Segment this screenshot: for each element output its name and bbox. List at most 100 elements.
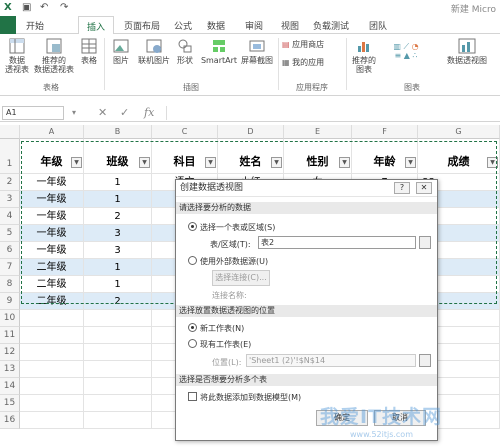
row-header[interactable]: 6 bbox=[0, 242, 20, 259]
radio-new-sheet-label: 新工作表(N) bbox=[200, 324, 245, 333]
tab-review[interactable]: 审阅 bbox=[245, 19, 263, 32]
empty-cell[interactable] bbox=[84, 327, 152, 344]
enter-icon[interactable]: ✓ bbox=[120, 106, 129, 119]
range-picker-icon[interactable] bbox=[419, 236, 431, 249]
my-apps-button[interactable]: ▦ 我的应用 bbox=[282, 58, 342, 67]
group-tables-label: 表格 bbox=[43, 83, 59, 92]
empty-cell[interactable] bbox=[84, 412, 152, 429]
tab-formulas[interactable]: 公式 bbox=[174, 19, 192, 32]
empty-cell[interactable] bbox=[20, 310, 84, 327]
area-chart-icon[interactable]: ▲ bbox=[404, 51, 410, 60]
table-range-input[interactable]: 表2 bbox=[258, 236, 416, 249]
location-input[interactable]: 'Sheet1 (2)'!$N$14 bbox=[246, 354, 416, 367]
recommended-charts-button[interactable]: 推荐的 图表 bbox=[350, 38, 378, 74]
help-button[interactable]: ? bbox=[394, 182, 410, 194]
empty-cell[interactable] bbox=[20, 412, 84, 429]
smartart-button[interactable]: SmartArt bbox=[200, 38, 238, 65]
radio-external-source[interactable] bbox=[188, 256, 197, 265]
function-icon[interactable]: fx bbox=[144, 106, 154, 119]
add-to-data-model-checkbox[interactable] bbox=[188, 392, 197, 401]
line-chart-icon[interactable]: ⟋ bbox=[403, 42, 409, 51]
app-title: 新建 Micro bbox=[450, 5, 496, 15]
empty-cell[interactable] bbox=[20, 344, 84, 361]
empty-cell[interactable] bbox=[20, 361, 84, 378]
row-header[interactable]: 2 bbox=[0, 174, 20, 191]
screenshot-button[interactable]: 屏幕截图 bbox=[240, 38, 274, 65]
empty-cell[interactable] bbox=[84, 361, 152, 378]
my-apps-icon: ▦ bbox=[282, 58, 290, 67]
row-header[interactable]: 8 bbox=[0, 276, 20, 293]
undo-icon[interactable]: ↶ bbox=[40, 2, 48, 13]
online-pictures-button[interactable]: 联机图片 bbox=[136, 38, 172, 65]
choose-connection-button[interactable]: 选择连接(C)... bbox=[212, 270, 270, 286]
row-header[interactable]: 11 bbox=[0, 327, 20, 344]
column-header-a[interactable]: A bbox=[20, 125, 84, 139]
file-tab[interactable] bbox=[0, 16, 16, 34]
column-header-g[interactable]: G bbox=[418, 125, 500, 139]
group-charts-label: 图表 bbox=[404, 83, 420, 92]
column-header-b[interactable]: B bbox=[84, 125, 152, 139]
recommended-pivot-button[interactable]: 推荐的 数据透视表 bbox=[32, 38, 76, 74]
location-picker-icon[interactable] bbox=[419, 354, 431, 367]
row-header[interactable]: 14 bbox=[0, 378, 20, 395]
smartart-icon bbox=[213, 40, 225, 52]
row-header[interactable]: 5 bbox=[0, 225, 20, 242]
empty-cell[interactable] bbox=[20, 395, 84, 412]
row-header[interactable]: 16 bbox=[0, 412, 20, 429]
pivot-chart-label: 数据透视图 bbox=[447, 56, 487, 65]
radio-existing-sheet[interactable] bbox=[188, 339, 197, 348]
bar-chart-icon[interactable]: ≡ bbox=[394, 51, 401, 60]
column-header-f[interactable]: F bbox=[352, 125, 418, 139]
cancel-icon[interactable]: ✕ bbox=[98, 106, 107, 119]
row-header[interactable]: 3 bbox=[0, 191, 20, 208]
picture-icon bbox=[113, 39, 129, 53]
column-header-d[interactable]: D bbox=[218, 125, 284, 139]
row-header[interactable]: 13 bbox=[0, 361, 20, 378]
column-header-e[interactable]: E bbox=[284, 125, 352, 139]
chart-types-group[interactable]: ▥ ⟋ ◔ ≡ ▲ ∴ bbox=[382, 42, 430, 60]
pie-chart-icon[interactable]: ◔ bbox=[412, 42, 419, 51]
group-apps-label: 应用程序 bbox=[296, 83, 328, 92]
row-header[interactable]: 12 bbox=[0, 344, 20, 361]
shapes-button[interactable]: 形状 bbox=[174, 38, 196, 65]
redo-icon[interactable]: ↷ bbox=[60, 2, 68, 13]
empty-cell[interactable] bbox=[84, 310, 152, 327]
select-all-corner[interactable] bbox=[0, 125, 20, 139]
formula-input[interactable] bbox=[166, 106, 496, 120]
tab-page-layout[interactable]: 页面布局 bbox=[124, 19, 160, 32]
radio-new-sheet[interactable] bbox=[188, 323, 197, 332]
row-header[interactable]: 7 bbox=[0, 259, 20, 276]
tab-insert[interactable]: 插入 bbox=[78, 16, 115, 35]
pictures-button[interactable]: 图片 bbox=[110, 38, 132, 65]
name-box-dropdown-icon[interactable]: ▾ bbox=[72, 108, 76, 117]
empty-cell[interactable] bbox=[20, 327, 84, 344]
table-button[interactable]: 表格 bbox=[78, 38, 100, 65]
close-button[interactable]: ✕ bbox=[416, 182, 432, 194]
column-header-c[interactable]: C bbox=[152, 125, 218, 139]
row-header[interactable]: 15 bbox=[0, 395, 20, 412]
name-box[interactable]: A1 bbox=[2, 106, 64, 120]
tab-data[interactable]: 数据 bbox=[207, 19, 225, 32]
radio-select-table[interactable] bbox=[188, 222, 197, 231]
pivot-chart-button[interactable]: 数据透视图 bbox=[438, 38, 496, 65]
column-chart-icon[interactable]: ▥ bbox=[393, 42, 401, 51]
row-header[interactable]: 10 bbox=[0, 310, 20, 327]
tab-home[interactable]: 开始 bbox=[26, 19, 44, 32]
empty-cell[interactable] bbox=[84, 344, 152, 361]
scatter-chart-icon[interactable]: ∴ bbox=[412, 51, 417, 60]
pivot-table-button[interactable]: 数据 透视表 bbox=[4, 38, 30, 74]
app-store-button[interactable]: ▤ 应用商店 bbox=[282, 40, 342, 49]
radio-select-table-label: 选择一个表或区域(S) bbox=[200, 223, 276, 232]
empty-cell[interactable] bbox=[84, 378, 152, 395]
tab-load-test[interactable]: 负载测试 bbox=[313, 19, 349, 32]
empty-cell[interactable] bbox=[20, 378, 84, 395]
save-icon[interactable]: ▣ bbox=[22, 2, 31, 13]
tab-view[interactable]: 视图 bbox=[281, 19, 299, 32]
row-header[interactable]: 1 bbox=[0, 139, 20, 174]
row-header[interactable]: 9 bbox=[0, 293, 20, 310]
table-label: 表格 bbox=[81, 56, 97, 65]
excel-logo-icon: X bbox=[4, 2, 12, 13]
empty-cell[interactable] bbox=[84, 395, 152, 412]
tab-team[interactable]: 团队 bbox=[369, 19, 387, 32]
row-header[interactable]: 4 bbox=[0, 208, 20, 225]
